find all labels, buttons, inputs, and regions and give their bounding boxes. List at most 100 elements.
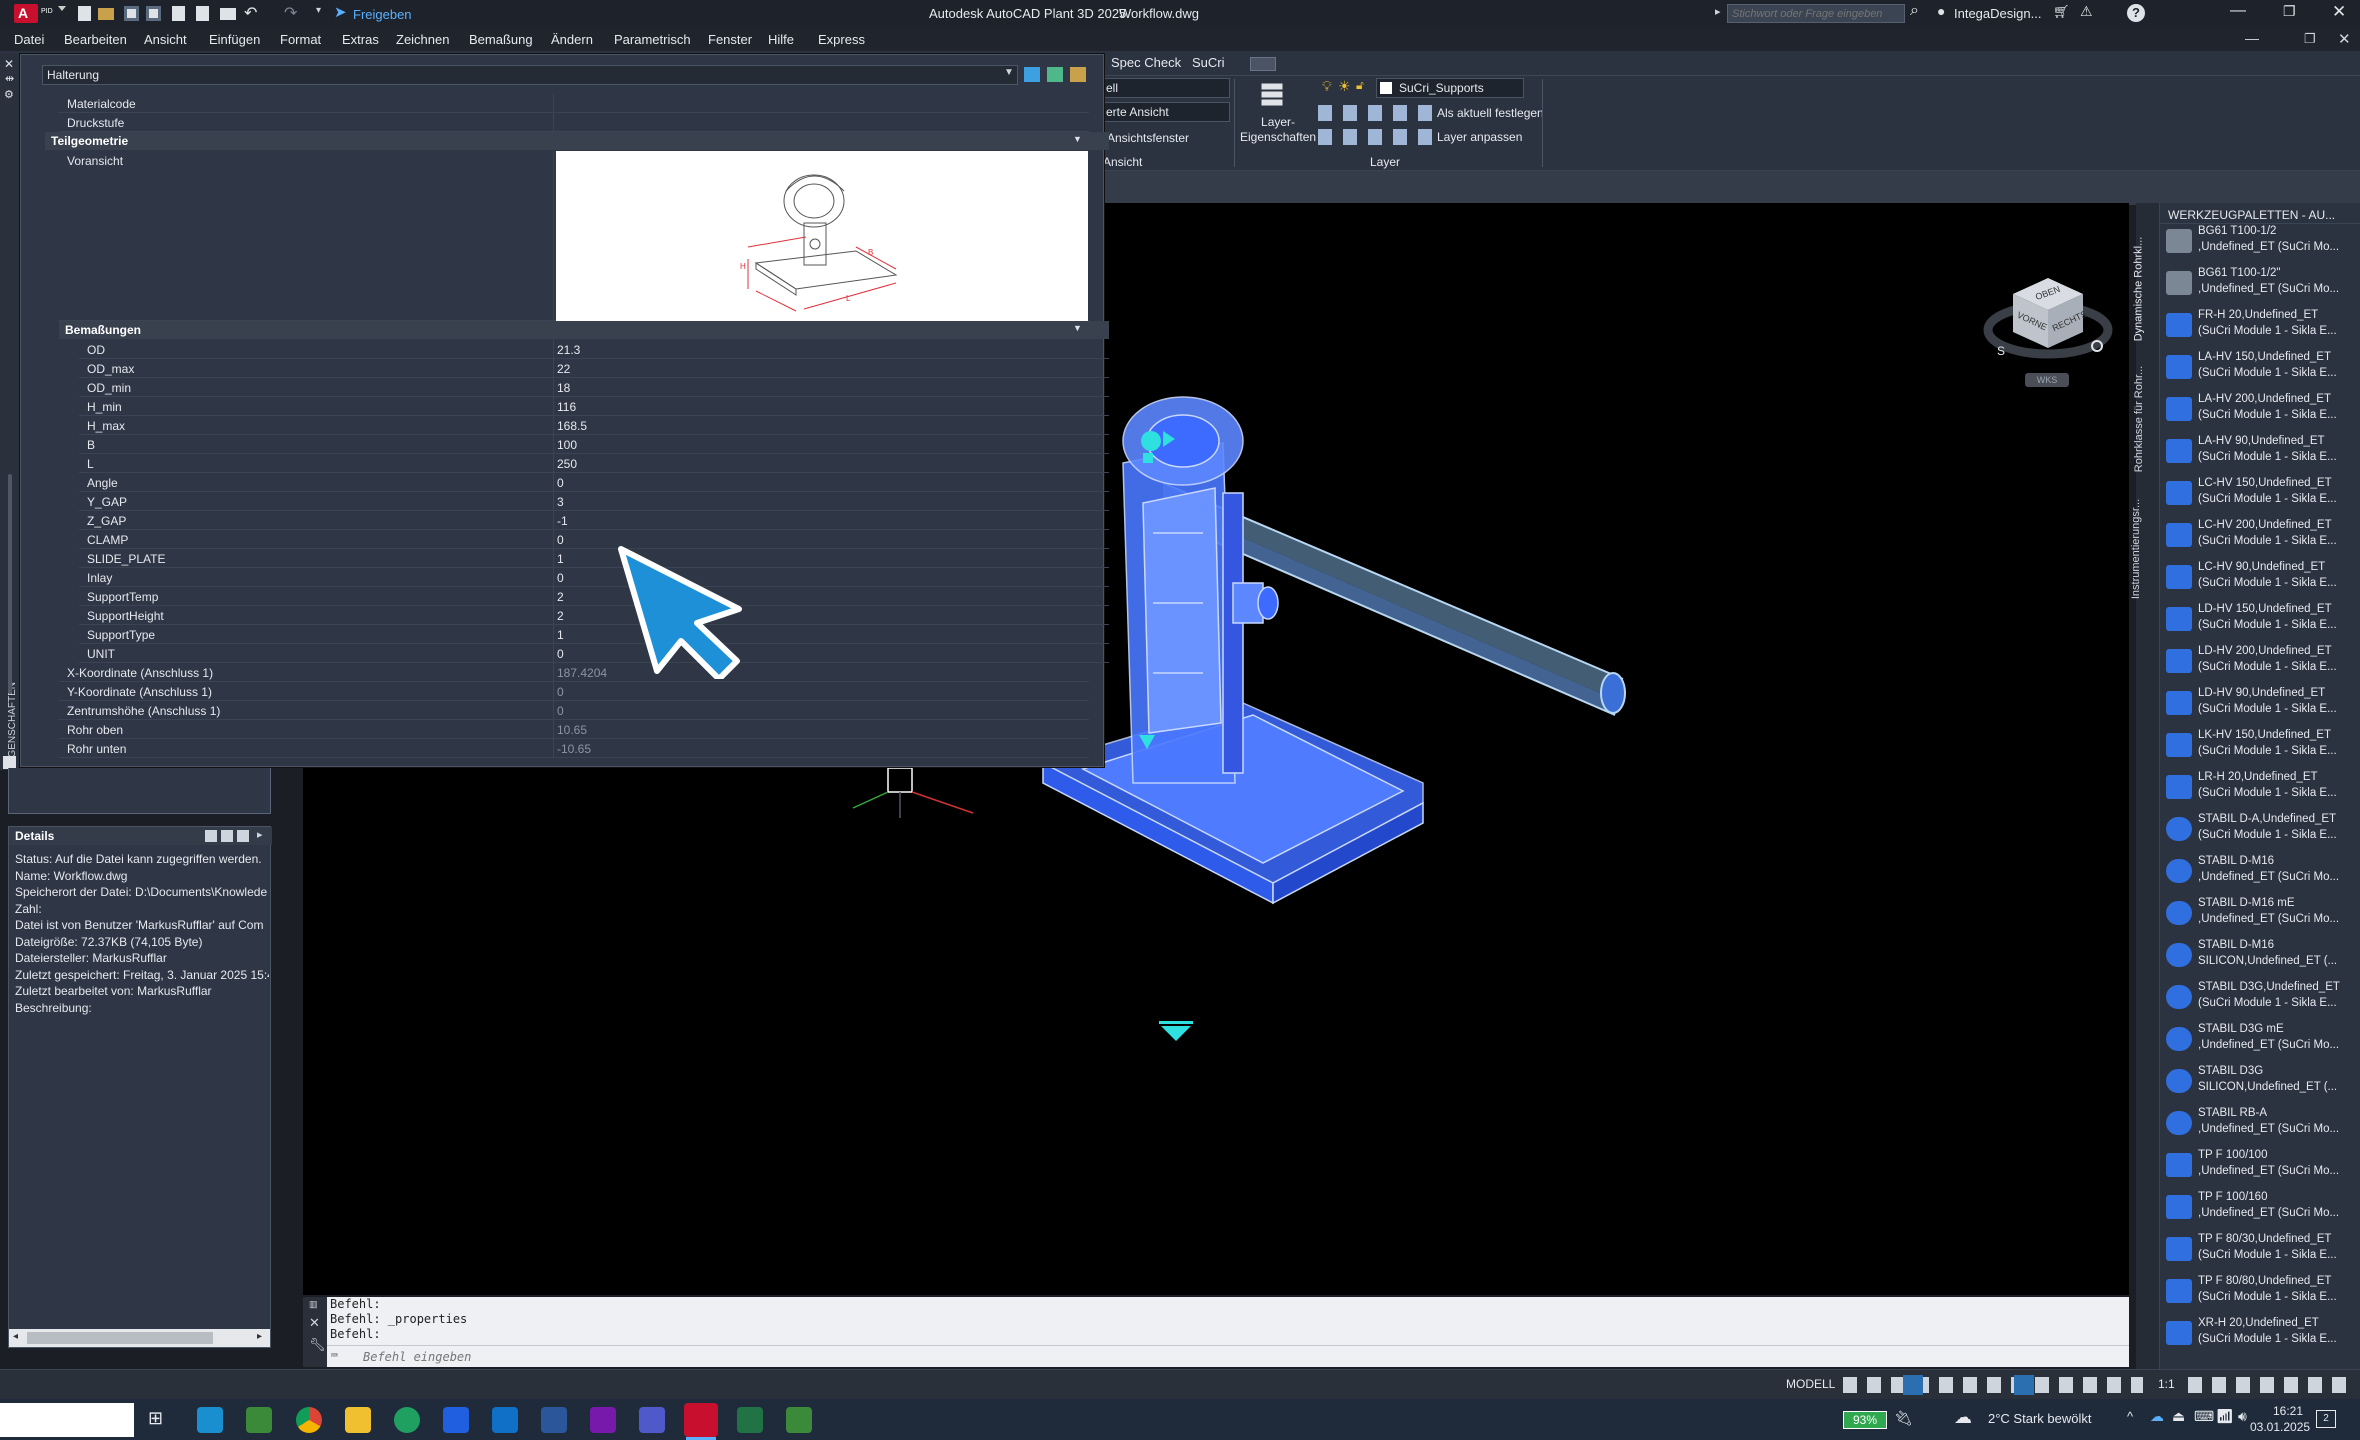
view-cube[interactable]: OBEN VORNE RECHTS S xyxy=(1983,248,2113,388)
edge-icon[interactable] xyxy=(394,1407,420,1433)
menu-item-bearbeiten[interactable]: Bearbeiten xyxy=(64,32,127,47)
collapse-icon[interactable]: ▼ xyxy=(1073,134,1082,144)
qat-dropdown-icon[interactable]: ▾ xyxy=(316,5,321,16)
restore-icon[interactable]: ❐ xyxy=(2283,3,2296,20)
details-tool-icon[interactable] xyxy=(237,830,249,842)
property-row-h-max[interactable]: H_max 168.5 xyxy=(79,416,1109,435)
tab-spec-check[interactable]: Spec Check xyxy=(1111,55,1181,70)
print-icon[interactable] xyxy=(220,8,236,20)
quick-select-icon[interactable] xyxy=(1070,67,1086,82)
ortho-active-icon[interactable] xyxy=(1903,1375,1923,1395)
outlook-icon[interactable] xyxy=(492,1407,518,1433)
new-icon[interactable] xyxy=(78,6,91,21)
layer-lock-icon[interactable]: 🔓︎ xyxy=(1356,78,1364,93)
property-row-support-type[interactable]: SupportType 1 xyxy=(79,625,1109,644)
grip-icon[interactable]: ▥ xyxy=(309,1299,318,1310)
tab-dynamic-pipe-spec[interactable]: Dynamische Rohrkl... xyxy=(2132,223,2160,353)
layer-properties-button[interactable]: Layer- Eigenschaften xyxy=(1240,115,1316,145)
volume-icon[interactable]: 🔊︎ xyxy=(2238,1408,2247,1425)
store-app-icon[interactable] xyxy=(197,1407,223,1433)
search-expand-icon[interactable]: ▸ xyxy=(1715,5,1721,18)
scroll-thumb[interactable] xyxy=(27,1332,213,1344)
property-row-z-gap[interactable]: Z_GAP -1 xyxy=(79,511,1109,530)
menu-item-einfuegen[interactable]: Einfügen xyxy=(209,32,260,47)
usb-icon[interactable]: ⏏ xyxy=(2172,1408,2185,1425)
toggle-pickadd-icon[interactable] xyxy=(1024,67,1040,82)
model-space-button[interactable]: MODELL xyxy=(1786,1377,1835,1391)
property-row-unit[interactable]: UNIT 0 xyxy=(79,644,1109,663)
minimize-icon[interactable]: — xyxy=(2230,2,2246,20)
scroll-right-icon[interactable]: ▸ xyxy=(257,1331,262,1342)
tool-palette-item[interactable]: XR-H 20,Undefined_ET (SuCri Module 1 - Si… xyxy=(2166,1313,2356,1355)
tool-palette-item[interactable]: STABIL D-M16 ,Undefined_ET (SuCri Mo... xyxy=(2166,851,2356,893)
tool-palette-item[interactable]: LC-HV 150,Undefined_ET (SuCri Module 1 - … xyxy=(2166,473,2356,515)
tool-palette-item[interactable]: LA-HV 150,Undefined_ET (SuCri Module 1 - … xyxy=(2166,347,2356,389)
menu-item-hilfe[interactable]: Hilfe xyxy=(768,32,794,47)
command-icon[interactable]: ⌨ xyxy=(331,1349,338,1362)
property-row-y-coord[interactable]: Y-Koordinate (Anschluss 1) 0 xyxy=(59,682,1089,701)
tool-palette-item[interactable]: STABIL D-M16 SILICON,Undefined_ET (... xyxy=(2166,935,2356,977)
excel-icon[interactable] xyxy=(737,1407,763,1433)
tool-palette-item[interactable]: STABIL D-A,Undefined_ET (SuCri Module 1 -… xyxy=(2166,809,2356,851)
search-icon[interactable]: ⌕ xyxy=(1910,2,1919,20)
scroll-left-icon[interactable]: ◂ xyxy=(13,1331,18,1342)
doc-close-icon[interactable]: ✕ xyxy=(2338,30,2351,48)
connect-icon[interactable]: ⚠︎ xyxy=(2080,3,2093,20)
tab-pipe-spec[interactable]: Rohrklasse für Rohr... xyxy=(2133,358,2160,483)
tool-palette-item[interactable]: LD-HV 200,Undefined_ET (SuCri Module 1 - … xyxy=(2166,641,2356,683)
visual-style-combo[interactable]: ell xyxy=(1100,78,1230,98)
menu-item-parametrisch[interactable]: Parametrisch xyxy=(614,32,691,47)
chevron-down-icon[interactable]: ▼ xyxy=(1004,67,1014,78)
language-icon[interactable]: ⌨ xyxy=(2194,1408,2214,1425)
weather-text[interactable]: 2°C Stark bewölkt xyxy=(1988,1411,2091,1426)
palette-autohide-icon[interactable]: ⇹ xyxy=(5,72,14,85)
viewport-config-button[interactable]: Ansichtsfenster xyxy=(1107,131,1189,145)
property-row-inlay[interactable]: Inlay 0 xyxy=(79,568,1109,587)
user-account[interactable]: IntegaDesign... xyxy=(1954,6,2041,21)
menu-item-format[interactable]: Format xyxy=(280,32,321,47)
property-row-y-gap[interactable]: Y_GAP 3 xyxy=(79,492,1109,511)
layer-thaw-icon[interactable]: ☀ xyxy=(1338,78,1351,95)
onedrive-icon[interactable]: ☁ xyxy=(2150,1408,2164,1425)
tab-instrumentation[interactable]: Instrumentierungsr... xyxy=(2130,488,2160,613)
property-row-h-min[interactable]: H_min 116 xyxy=(79,397,1109,416)
ribbon-minimize-button[interactable] xyxy=(1250,57,1276,71)
menu-item-zeichnen[interactable]: Zeichnen xyxy=(396,32,449,47)
command-input[interactable] xyxy=(363,1347,2123,1366)
tool-palette-item[interactable]: BG61 T100-1/2 ,Undefined_ET (SuCri Mo... xyxy=(2166,221,2356,263)
layer-tools-row2-icons[interactable] xyxy=(1318,129,1438,145)
palette-close-icon[interactable]: ✕ xyxy=(4,57,14,71)
match-layer-button[interactable]: Layer anpassen xyxy=(1437,130,1522,144)
m-app-icon[interactable] xyxy=(443,1407,469,1433)
property-row-pipe-top[interactable]: Rohr oben 10.65 xyxy=(59,720,1089,739)
details-tool-icon[interactable] xyxy=(205,830,217,842)
property-row-center-height[interactable]: Zentrumshöhe (Anschluss 1) 0 xyxy=(59,701,1089,720)
tool-palette-item[interactable]: STABIL D3G,Undefined_ET (SuCri Module 1 -… xyxy=(2166,977,2356,1019)
tool-palette-item[interactable]: STABIL D3G SILICON,Undefined_ET (... xyxy=(2166,1061,2356,1103)
view-panel-label[interactable]: Ansicht xyxy=(1103,155,1142,169)
details-menu-icon[interactable]: ▸ xyxy=(257,828,263,841)
annotation-scale[interactable]: 1:1 xyxy=(2158,1377,2175,1391)
select-objects-icon[interactable] xyxy=(1047,67,1063,82)
layer-on-icon[interactable]: 💡︎ xyxy=(1322,78,1332,95)
onenote-icon[interactable] xyxy=(590,1407,616,1433)
property-row[interactable]: Materialcode xyxy=(59,94,1089,113)
clock-time[interactable]: 16:21 xyxy=(2273,1404,2303,1418)
share-button[interactable]: Freigeben xyxy=(353,7,412,22)
property-row-slide-plate[interactable]: SLIDE_PLATE 1 xyxy=(79,549,1109,568)
word-icon[interactable] xyxy=(541,1407,567,1433)
property-row-support-temp[interactable]: SupportTemp 2 xyxy=(79,587,1109,606)
property-row-clamp[interactable]: CLAMP 0 xyxy=(79,530,1109,549)
tool-palette-item[interactable]: LA-HV 90,Undefined_ET (SuCri Module 1 - S… xyxy=(2166,431,2356,473)
property-row-b[interactable]: B 100 xyxy=(79,435,1109,454)
menu-item-fenster[interactable]: Fenster xyxy=(708,32,752,47)
chrome-icon[interactable] xyxy=(296,1407,322,1433)
clock-date[interactable]: 03.01.2025 xyxy=(2250,1420,2310,1434)
property-row-pipe-bottom[interactable]: Rohr unten -10.65 xyxy=(59,739,1089,758)
sheet-set-icon[interactable] xyxy=(172,6,185,21)
details-tool-icon[interactable] xyxy=(221,830,233,842)
tool-palette-item[interactable]: STABIL RB-A ,Undefined_ET (SuCri Mo... xyxy=(2166,1103,2356,1145)
menu-item-datei[interactable]: Datei xyxy=(14,32,44,47)
layer-combo[interactable]: SuCri_Supports xyxy=(1376,78,1524,98)
doc-minimize-icon[interactable]: — xyxy=(2245,30,2259,46)
